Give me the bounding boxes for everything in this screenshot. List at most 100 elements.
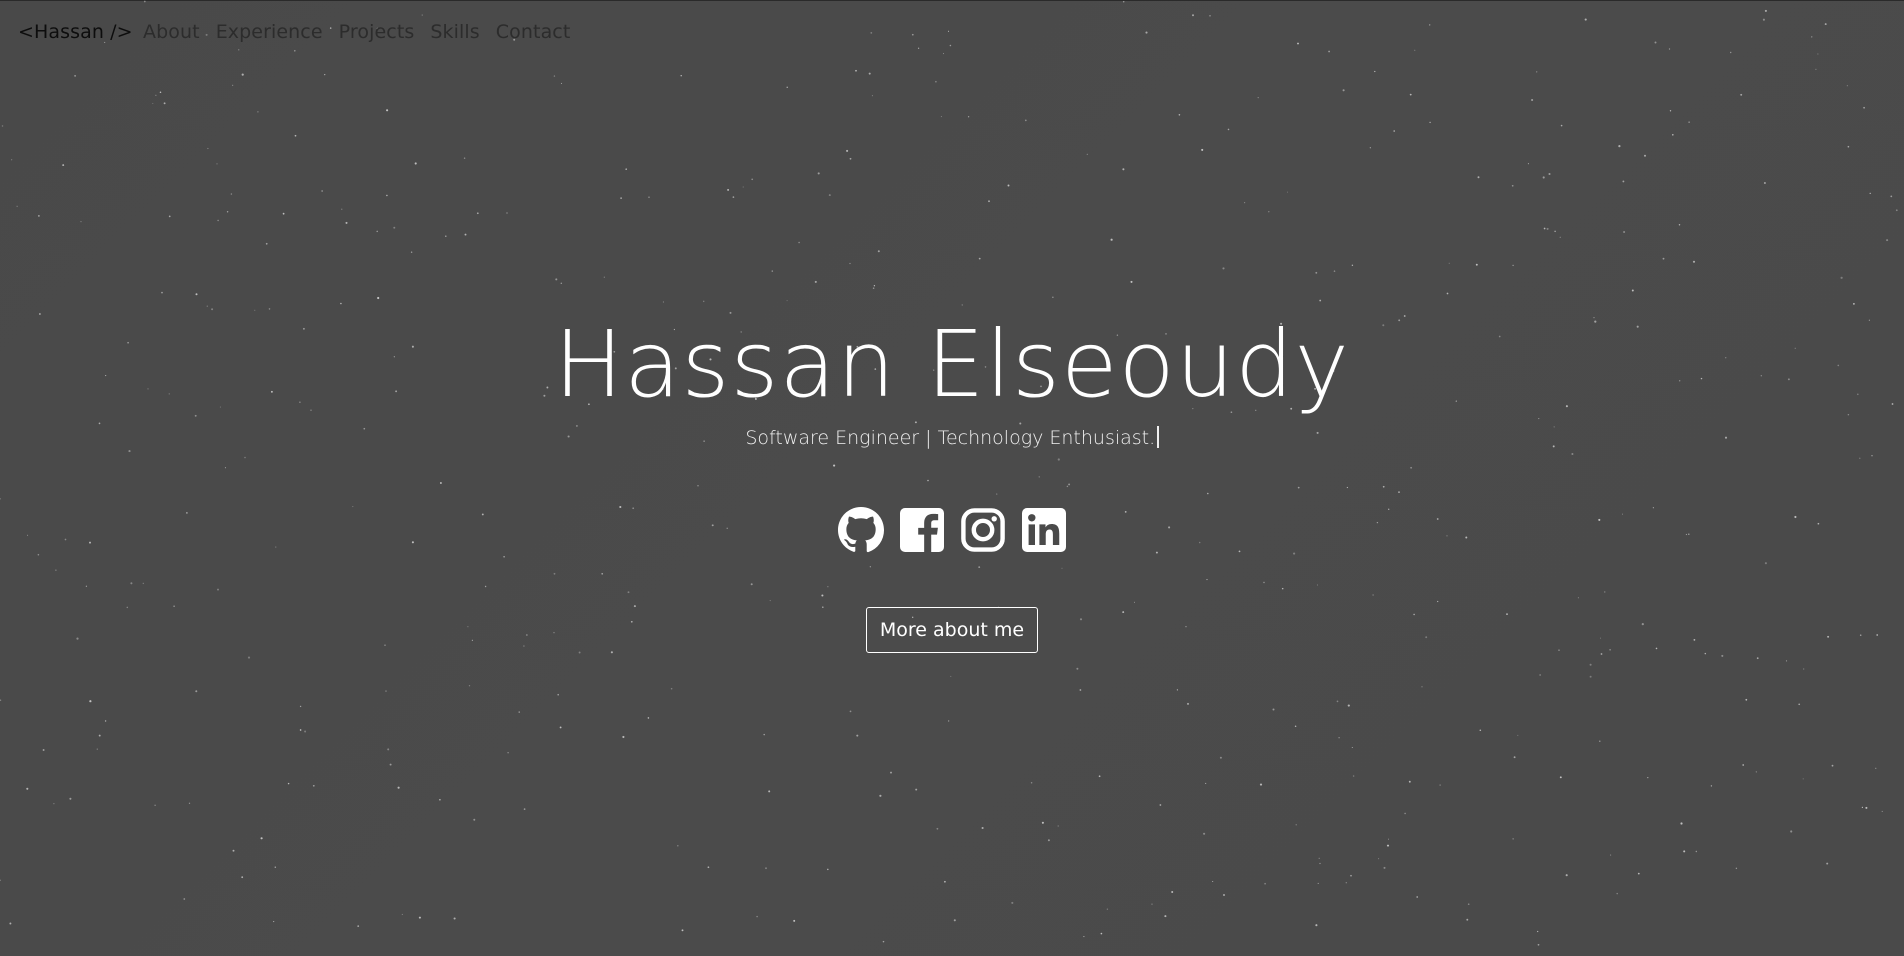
brand-logo[interactable]: <Hassan /> <box>18 21 133 43</box>
star-dot <box>1610 854 1612 856</box>
star-dot <box>1803 668 1805 670</box>
hero-section: Hassan Elseoudy Software Engineer | Tech… <box>0 310 1904 449</box>
star-dot <box>1790 830 1793 833</box>
star-dot <box>414 162 417 165</box>
star-dot <box>0 879 1 881</box>
star-dot <box>856 734 859 737</box>
star-dot <box>80 220 82 223</box>
navbar: <Hassan /> About Experience Projects Ski… <box>0 0 1904 68</box>
star-dot <box>1537 943 1540 946</box>
star-dot <box>793 919 796 922</box>
star-dot <box>1527 163 1529 165</box>
star-dot <box>1695 850 1697 853</box>
star-dot <box>230 193 233 195</box>
star-dot <box>1599 740 1601 743</box>
star-dot <box>1201 148 1204 151</box>
star-dot <box>1826 862 1829 865</box>
star-dot <box>163 102 166 105</box>
linkedin-icon-graphic <box>1021 508 1066 552</box>
nav-link-experience[interactable]: Experience <box>216 21 323 43</box>
nav-link-about[interactable]: About <box>143 21 200 43</box>
star-dot <box>1122 168 1125 171</box>
star-dot <box>98 734 101 737</box>
star-dot <box>1130 280 1133 283</box>
more-about-me-button[interactable]: More about me <box>866 607 1038 653</box>
star-dot <box>1641 623 1644 626</box>
star-dot <box>553 572 556 575</box>
star-dot <box>384 644 386 646</box>
star-dot <box>418 916 421 919</box>
star-dot <box>1057 825 1059 827</box>
star-dot <box>453 917 456 920</box>
facebook-icon[interactable] <box>898 506 946 554</box>
linkedin-icon[interactable] <box>1020 506 1068 554</box>
star-dot <box>152 102 154 105</box>
star-dot <box>707 866 710 869</box>
star-dot <box>1511 184 1514 187</box>
star-dot <box>304 730 307 733</box>
star-dot <box>882 940 885 943</box>
star-dot <box>241 73 244 76</box>
star-dot <box>786 300 788 302</box>
star-dot <box>633 605 636 608</box>
star-dot <box>603 276 605 278</box>
star-dot <box>1203 832 1206 835</box>
star-dot <box>1589 663 1592 666</box>
star-dot <box>1693 638 1696 641</box>
star-dot <box>1297 486 1300 489</box>
star-dot <box>768 790 771 793</box>
star-dot <box>1863 106 1865 109</box>
star-dot <box>1886 239 1889 242</box>
star-dot <box>622 735 625 739</box>
star-dot <box>817 172 820 175</box>
star-dot <box>1721 654 1724 657</box>
star-dot <box>553 632 555 634</box>
star-dot <box>207 147 209 150</box>
hero-tagline-wrapper: Software Engineer | Technology Enthusias… <box>0 426 1904 449</box>
github-icon[interactable] <box>837 506 885 554</box>
star-dot <box>294 134 297 137</box>
star-dot <box>1559 236 1561 238</box>
star-dot <box>1393 130 1395 132</box>
star-dot <box>1338 737 1340 739</box>
star-dot <box>625 168 627 170</box>
star-dot <box>1560 124 1563 127</box>
star-dot <box>282 212 285 215</box>
star-dot <box>1840 276 1843 279</box>
instagram-icon[interactable] <box>959 506 1007 554</box>
nav-link-skills[interactable]: Skills <box>430 21 479 43</box>
nav-link-projects[interactable]: Projects <box>339 21 415 43</box>
star-dot <box>827 586 829 588</box>
star-dot <box>557 693 559 696</box>
star-dot <box>241 876 244 879</box>
star-dot <box>1742 764 1745 766</box>
star-dot <box>877 250 880 253</box>
star-dot <box>244 456 246 459</box>
star-dot <box>1351 264 1354 267</box>
star-dot <box>518 711 520 713</box>
star-dot <box>1466 918 1469 921</box>
star-dot <box>978 566 981 568</box>
star-dot <box>85 585 88 587</box>
star-dot <box>1100 932 1103 935</box>
star-dot <box>769 600 771 602</box>
star-dot <box>670 687 673 690</box>
star-dot <box>471 639 473 641</box>
nav-link-contact[interactable]: Contact <box>496 21 571 43</box>
star-dot <box>1710 785 1713 787</box>
star-dot <box>11 159 13 161</box>
star-dot <box>1831 764 1834 767</box>
star-dot <box>274 866 277 869</box>
star-dot <box>1244 202 1246 204</box>
star-dot <box>1159 804 1162 806</box>
star-dot <box>1802 778 1804 780</box>
star-dot <box>1222 267 1225 270</box>
star-dot <box>1057 458 1060 461</box>
star-dot <box>1079 689 1082 691</box>
star-dot <box>439 482 442 484</box>
star-dot <box>610 651 613 654</box>
star-dot <box>1815 68 1817 71</box>
star-dot <box>868 72 871 75</box>
star-dot <box>1537 930 1539 933</box>
star-dot <box>96 748 98 750</box>
